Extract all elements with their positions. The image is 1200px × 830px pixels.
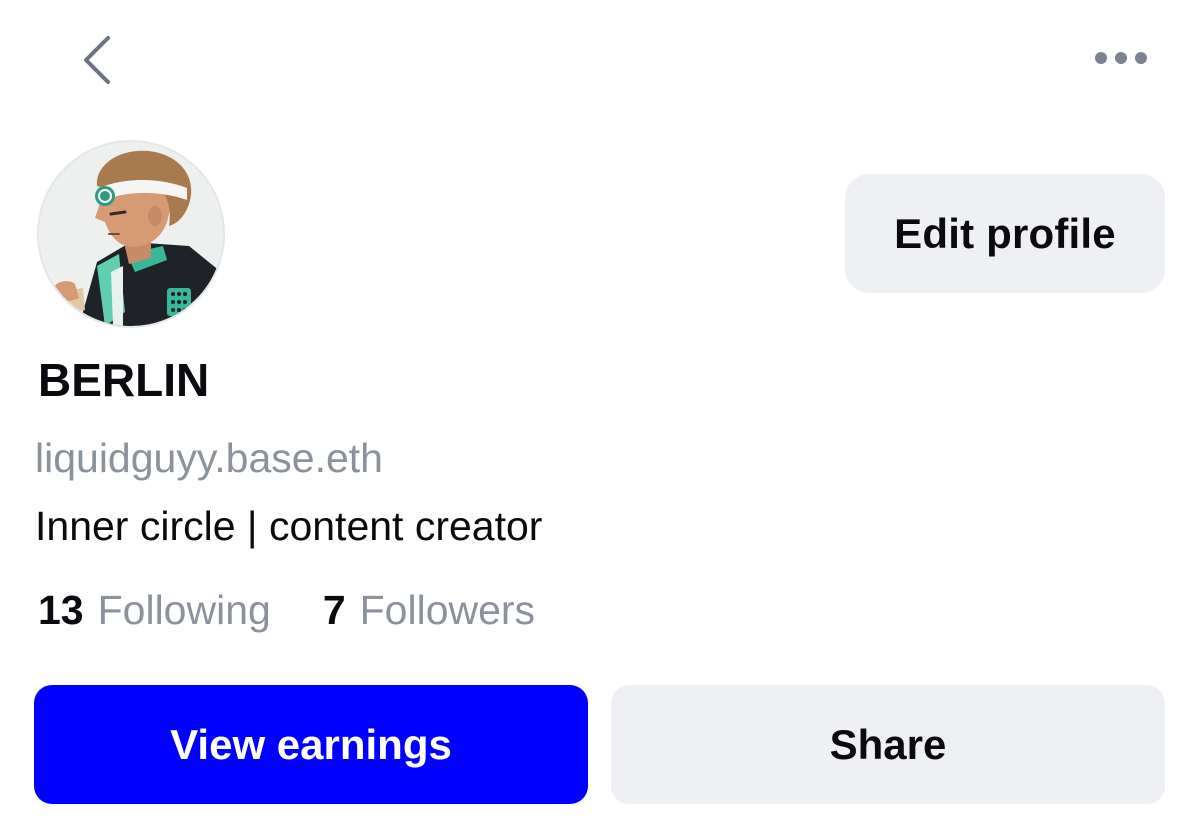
view-earnings-button[interactable]: View earnings — [34, 685, 588, 804]
profile-handle: liquidguyy.base.eth — [35, 435, 383, 481]
followers-label: Followers — [359, 586, 536, 633]
display-name: BERLIN — [38, 354, 210, 406]
followers-stat[interactable]: 7 Followers — [323, 587, 535, 634]
following-stat[interactable]: 13 Following — [38, 587, 271, 634]
profile-stats: 13 Following 7 Followers — [38, 583, 535, 637]
back-button[interactable] — [66, 28, 130, 92]
more-horizontal-icon — [1095, 52, 1147, 64]
following-count: 13 — [38, 586, 84, 633]
avatar[interactable] — [37, 140, 225, 328]
following-label: Following — [97, 586, 271, 633]
followers-count: 7 — [322, 586, 346, 633]
profile-bio: Inner circle | content creator — [35, 503, 543, 549]
share-button[interactable]: Share — [611, 685, 1165, 804]
edit-profile-button[interactable]: Edit profile — [845, 174, 1165, 293]
chevron-left-icon — [84, 36, 110, 84]
more-options-button[interactable] — [1086, 34, 1156, 82]
avatar-illustration — [39, 142, 223, 326]
